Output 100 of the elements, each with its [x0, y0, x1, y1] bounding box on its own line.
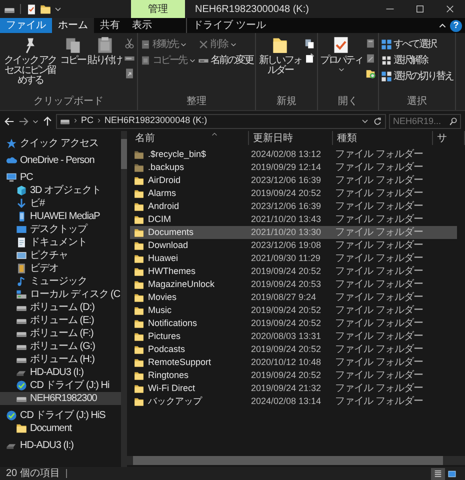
file-row[interactable]: Music 2019/09/24 20:52 ファイル フォルダー: [130, 304, 457, 317]
ribbon-button[interactable]: 選択解除: [380, 54, 453, 67]
file-row[interactable]: MagazineUnlock 2019/09/24 20:53 ファイル フォルダー: [130, 278, 457, 291]
date-cell: 2023/12/06 16:39: [251, 175, 322, 185]
ribbon-tab[interactable]: ホーム: [52, 18, 94, 33]
new-item-icon[interactable]: [304, 38, 315, 49]
sidebar-item[interactable]: ボリューム (E:): [0, 314, 121, 327]
type-cell: ファイル フォルダー: [335, 175, 423, 186]
sidebar-item[interactable]: HUAWEI MediaP: [0, 210, 121, 223]
sidebar-item[interactable]: ボリューム (H:): [0, 353, 121, 366]
column-header[interactable]: サ: [433, 131, 465, 145]
file-row[interactable]: Wi-Fi Direct 2019/09/24 21:32 ファイル フォルダー: [130, 382, 457, 395]
forward-arrow-icon[interactable]: [18, 116, 29, 126]
name-cell-text: .$recycle_bin$: [148, 148, 206, 161]
file-row[interactable]: .backups 2019/09/29 12:14 ファイル フォルダー: [130, 161, 457, 174]
shortcut-icon[interactable]: [124, 68, 134, 79]
scissors-icon[interactable]: [124, 38, 134, 49]
file-row[interactable]: Movies 2019/08/27 9:24 ファイル フォルダー: [130, 291, 457, 304]
ribbon-button[interactable]: 名前の変更: [198, 54, 253, 67]
properties-icon[interactable]: [26, 4, 37, 14]
film-icon: [16, 263, 27, 274]
sidebar-item[interactable]: Document: [0, 422, 121, 435]
file-row[interactable]: Ringtones 2019/09/24 20:52 ファイル フォルダー: [130, 369, 457, 382]
file-row[interactable]: HWThemes 2019/09/24 20:52 ファイル フォルダー: [130, 265, 457, 278]
up-arrow-icon[interactable]: [42, 116, 53, 126]
breadcrumb[interactable]: PC: [81, 114, 94, 128]
file-row[interactable]: .$recycle_bin$ 2024/02/08 13:12 ファイル フォルダー: [130, 148, 457, 161]
file-row[interactable]: Huawei 2021/09/30 11:29 ファイル フォルダー: [130, 252, 457, 265]
breadcrumb[interactable]: NEH6R19823000048 (K:): [104, 114, 208, 128]
ribbon-tab[interactable]: 共有: [94, 18, 126, 33]
back-arrow-icon[interactable]: [4, 116, 15, 126]
sidebar-item[interactable]: HD-ADU3 (I:): [0, 366, 121, 379]
sidebar-item[interactable]: ミュージック: [0, 275, 121, 288]
group-label: クリップボード: [32, 96, 104, 108]
sidebar-item[interactable]: PC: [0, 171, 121, 184]
ribbon-button[interactable]: コピー: [60, 36, 86, 66]
date-cell: 2019/09/29 12:14: [251, 162, 322, 172]
search-field[interactable]: NEH6R19...: [389, 114, 461, 128]
breadcrumb-separator[interactable]: ›: [74, 114, 77, 128]
sidebar-item[interactable]: ビ#: [0, 197, 121, 210]
sidebar-item[interactable]: ローカル ディスク (C: [0, 288, 121, 301]
ribbon-button[interactable]: クイック アクセスにピン留めする: [2, 36, 58, 86]
ribbon-tab[interactable]: ファイル: [0, 18, 52, 33]
sidebar-item[interactable]: CD ドライブ (J:) HiS: [0, 409, 121, 422]
history-icon[interactable]: [364, 68, 376, 79]
collapse-ribbon-icon[interactable]: [438, 21, 447, 30]
computer-icon: [6, 172, 17, 183]
sidebar-item[interactable]: CD ドライブ (J:) Hi: [0, 379, 121, 392]
refresh-icon[interactable]: [373, 116, 382, 126]
file-row[interactable]: AirDroid 2023/12/06 16:39 ファイル フォルダー: [130, 174, 457, 187]
sidebar-item[interactable]: ピクチャ: [0, 249, 121, 262]
sidebar-item[interactable]: デスクトップ: [0, 223, 121, 236]
caret-icon: [188, 57, 196, 64]
file-row[interactable]: RemoteSupport 2020/10/12 10:48 ファイル フォルダー: [130, 356, 457, 369]
folder-icon[interactable]: [40, 4, 51, 14]
caret-icon[interactable]: [54, 5, 62, 13]
ribbon-button[interactable]: 選択の切り替え: [380, 70, 453, 83]
column-header[interactable]: 種類: [333, 131, 433, 145]
file-row[interactable]: Documents 2021/10/20 13:30 ファイル フォルダー: [130, 226, 457, 239]
sidebar-item[interactable]: クイック アクセス: [0, 137, 121, 150]
file-row[interactable]: DCIM 2021/10/20 13:43 ファイル フォルダー: [130, 213, 457, 226]
close-icon[interactable]: [445, 4, 455, 14]
sidebar-item[interactable]: ビデオ: [0, 262, 121, 275]
sidebar-item[interactable]: ボリューム (G:): [0, 340, 121, 353]
easy-access-icon[interactable]: [304, 53, 315, 64]
edit-icon[interactable]: [364, 53, 376, 64]
scrollbar-thumb[interactable]: [121, 139, 127, 169]
file-row[interactable]: Pictures 2020/08/03 13:31 ファイル フォルダー: [130, 330, 457, 343]
caret-icon[interactable]: [361, 117, 369, 125]
address-field[interactable]: › PC › NEH6R19823000048 (K:): [56, 114, 386, 128]
sidebar-item[interactable]: OneDrive - Person: [0, 154, 121, 167]
sidebar-item[interactable]: HD-ADU3 (I:): [0, 439, 121, 452]
caret-icon[interactable]: [32, 118, 39, 124]
file-row[interactable]: バックアップ 2024/02/08 13:14 ファイル フォルダー: [130, 395, 457, 408]
file-row[interactable]: Android 2023/12/06 16:39 ファイル フォルダー: [130, 200, 457, 213]
open-icon[interactable]: [364, 38, 376, 49]
ribbon-button[interactable]: すべて選択: [380, 38, 453, 51]
sidebar-item[interactable]: 3D オブジェクト: [0, 184, 121, 197]
file-row[interactable]: Download 2023/12/06 19:08 ファイル フォルダー: [130, 239, 457, 252]
ribbon-button[interactable]: 貼り付け: [88, 36, 122, 66]
sidebar-item[interactable]: ボリューム (F:): [0, 327, 121, 340]
ribbon-tab[interactable]: 表示: [126, 18, 158, 33]
star-icon: [6, 138, 17, 149]
sidebar-scrollbar[interactable]: [121, 131, 127, 467]
ribbon-button[interactable]: プロパティ: [320, 36, 362, 73]
sidebar-item[interactable]: NEH6R1982300: [0, 392, 121, 405]
search-icon[interactable]: [449, 116, 458, 126]
file-row[interactable]: Notifications 2019/09/24 20:52 ファイル フォルダー: [130, 317, 457, 330]
context-tab[interactable]: 管理: [131, 0, 185, 18]
breadcrumb-separator[interactable]: ›: [98, 114, 101, 128]
help-button[interactable]: ?: [450, 20, 462, 32]
file-row[interactable]: Podcasts 2019/09/24 20:52 ファイル フォルダー: [130, 343, 457, 356]
view-button[interactable]: [431, 468, 445, 480]
file-row[interactable]: Alarms 2019/09/24 20:52 ファイル フォルダー: [130, 187, 457, 200]
sidebar-item[interactable]: ドキュメント: [0, 236, 121, 249]
ribbon-button[interactable]: 新しいフォルダー: [258, 36, 302, 76]
maximize-icon[interactable]: [415, 4, 425, 14]
column-header[interactable]: 名前: [131, 131, 249, 145]
sidebar-item[interactable]: ボリューム (D:): [0, 301, 121, 314]
column-header[interactable]: 更新日時: [249, 131, 333, 145]
